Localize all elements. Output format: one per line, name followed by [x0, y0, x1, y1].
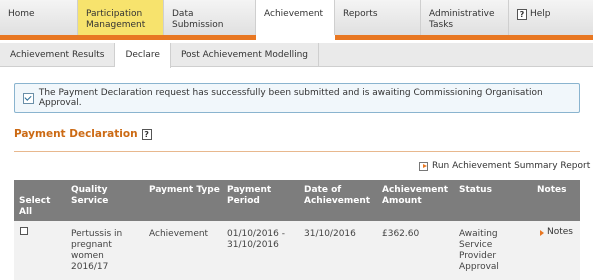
nav-achievement-label: Achievement	[264, 9, 324, 19]
header-status: Status	[459, 185, 492, 195]
nav-participation-management[interactable]: Participation Management	[78, 0, 164, 35]
page-title: Payment Declaration	[14, 128, 138, 140]
cell-achievement-amount: £362.60	[382, 229, 420, 239]
nav-data-submission-label: Data Submission	[172, 9, 224, 30]
cell-date-of-achievement: 31/10/2016	[304, 229, 356, 239]
table-row: Pertussis in pregnant women 2016/17 Achi…	[14, 221, 580, 280]
run-report-label: Run Achievement Summary Report	[432, 161, 591, 171]
nav-administrative-tasks-label: Administrative Tasks	[429, 9, 495, 30]
cell-quality-service: Pertussis in pregnant women 2016/17	[71, 229, 123, 272]
tab-post-achievement-modelling-label: Post Achievement Modelling	[180, 50, 309, 60]
nav-achievement[interactable]: Achievement	[256, 0, 335, 39]
cell-payment-period: 01/10/2016 - 31/10/2016	[227, 229, 285, 250]
tab-declare[interactable]: Declare	[115, 43, 171, 68]
row-select-checkbox[interactable]	[20, 227, 28, 235]
header-select-all-label: Select All	[19, 196, 51, 217]
play-arrow-icon	[419, 161, 428, 171]
nav-reports[interactable]: Reports	[335, 0, 421, 35]
nav-administrative-tasks[interactable]: Administrative Tasks	[421, 0, 509, 35]
help-icon: ?	[517, 9, 527, 20]
header-payment-period: Payment Period	[227, 185, 272, 206]
nav-participation-management-label: Participation Management	[86, 9, 146, 30]
nav-home[interactable]: Home	[0, 0, 78, 35]
header-notes: Notes	[537, 185, 567, 195]
header-achievement-amount: Achievement Amount	[382, 185, 449, 206]
notes-link-label: Notes	[547, 227, 573, 237]
checkmark-icon	[23, 92, 34, 104]
nav-help[interactable]: ? Help	[509, 0, 593, 35]
nav-help-label: Help	[530, 9, 551, 19]
help-icon[interactable]: ?	[141, 128, 152, 140]
cell-payment-type: Achievement	[149, 229, 209, 239]
nav-data-submission[interactable]: Data Submission	[164, 0, 256, 35]
nav-accent-bar	[0, 35, 593, 40]
header-payment-type: Payment Type	[149, 185, 220, 195]
tab-post-achievement-modelling[interactable]: Post Achievement Modelling	[171, 43, 320, 67]
triangle-right-icon	[540, 229, 544, 236]
run-achievement-summary-report-link[interactable]: Run Achievement Summary Report	[419, 161, 590, 171]
section-header: Payment Declaration ?	[14, 128, 152, 140]
alert-message: The Payment Declaration request has succ…	[38, 88, 543, 108]
sub-tabs: Achievement Results Declare Post Achieve…	[0, 43, 593, 68]
success-alert: The Payment Declaration request has succ…	[14, 83, 580, 113]
notes-link[interactable]: Notes	[540, 227, 573, 238]
cell-status: Awaiting Service Provider Approval	[459, 229, 499, 272]
tab-achievement-results-label: Achievement Results	[10, 50, 105, 60]
nav-reports-label: Reports	[343, 9, 378, 19]
header-quality-service: Quality Service	[71, 185, 109, 206]
title-divider	[14, 151, 580, 152]
nav-home-label: Home	[8, 9, 35, 19]
table-header: Select All Quality Service Payment Type …	[14, 180, 580, 239]
header-date-of-achievement: Date of Achievement	[304, 185, 371, 206]
tab-declare-label: Declare	[125, 50, 160, 60]
top-navigation: Home Participation Management Data Submi…	[0, 0, 593, 39]
tab-achievement-results[interactable]: Achievement Results	[0, 43, 116, 67]
